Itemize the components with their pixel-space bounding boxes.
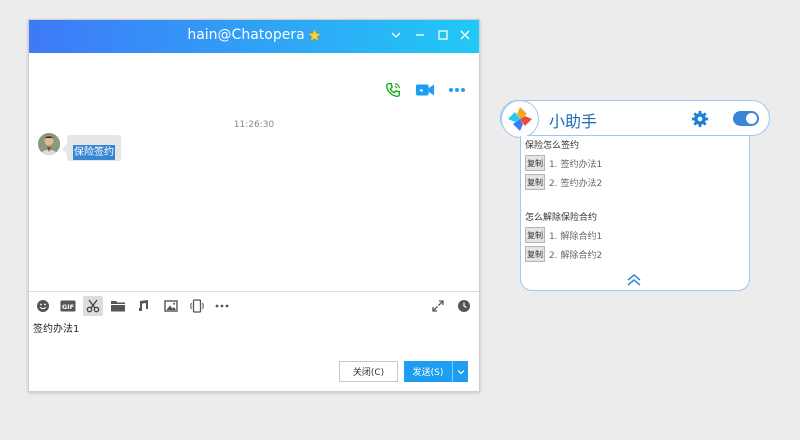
phone-icon <box>385 82 401 98</box>
assistant-title: 小助手 <box>549 112 598 131</box>
user-photo <box>38 133 60 155</box>
answer-text[interactable]: 2. 签约办法2 <box>549 176 602 189</box>
gif-button[interactable]: GIF <box>58 296 78 316</box>
close-button[interactable]: 关闭(C) <box>339 361 398 382</box>
answer-row: 复制 2. 签约办法2 <box>525 174 745 190</box>
copy-button[interactable]: 复制 <box>525 246 545 262</box>
emoji-button[interactable] <box>33 296 53 316</box>
folder-icon <box>111 301 125 312</box>
maximize-icon <box>438 30 448 40</box>
copy-button[interactable]: 复制 <box>525 227 545 243</box>
answer-row: 复制 1. 解除合约1 <box>525 227 745 243</box>
title-bar: hain@Chatopera <box>29 20 479 53</box>
expand-icon <box>432 300 444 312</box>
shake-icon <box>190 299 204 313</box>
gif-icon: GIF <box>60 300 76 312</box>
video-icon <box>415 84 435 96</box>
close-window-button[interactable] <box>456 26 474 44</box>
assistant-logo <box>501 100 539 138</box>
gear-icon[interactable] <box>691 110 709 128</box>
copy-button[interactable]: 复制 <box>525 174 545 190</box>
message-bubble[interactable]: 保险签约 <box>62 135 121 161</box>
chevron-down-icon <box>391 32 401 38</box>
chat-window: hain@Chatopera 11:26:30 保险签约 GIF 签约办法1 关… <box>28 19 480 392</box>
assistant-body: 保险怎么签约 复制 1. 签约办法1 复制 2. 签约办法2 怎么解除保险合约 … <box>520 136 750 291</box>
star-icon <box>307 28 321 41</box>
music-button[interactable] <box>133 296 153 316</box>
message-input[interactable]: 签约办法1 <box>33 320 79 335</box>
more-tools-button[interactable] <box>212 296 232 316</box>
file-button[interactable] <box>108 296 128 316</box>
emoji-icon <box>37 300 49 312</box>
contact-name: hain@Chatopera <box>187 27 305 43</box>
dropdown-button[interactable] <box>387 26 405 44</box>
message-area: 11:26:30 保险签约 <box>29 53 479 291</box>
assistant-panel: 小助手 保险怎么签约 复制 1. 签约办法1 复制 2. 签约办法2 怎么解除保… <box>500 100 770 291</box>
more-icon <box>215 304 229 308</box>
answer-text[interactable]: 1. 解除合约1 <box>549 229 602 242</box>
answer-row: 复制 2. 解除合约2 <box>525 246 745 262</box>
video-call-button[interactable] <box>415 80 435 100</box>
close-icon <box>460 30 470 40</box>
scissors-icon <box>86 299 100 313</box>
suggested-question: 保险怎么签约 <box>525 141 580 151</box>
music-icon <box>139 300 148 311</box>
answer-text[interactable]: 2. 解除合约2 <box>549 248 602 261</box>
chevron-down-icon <box>457 369 464 374</box>
copy-button[interactable]: 复制 <box>525 155 545 171</box>
message-text[interactable]: 保险签约 <box>73 145 115 160</box>
send-options-button[interactable] <box>452 361 468 382</box>
image-icon <box>164 300 178 312</box>
message-timestamp: 11:26:30 <box>233 120 275 130</box>
history-icon <box>458 300 470 312</box>
input-toolbar: GIF <box>33 296 471 316</box>
maximize-button[interactable] <box>434 26 452 44</box>
minimize-button[interactable] <box>411 26 429 44</box>
answer-text[interactable]: 1. 签约办法1 <box>549 157 602 170</box>
history-button[interactable] <box>454 296 474 316</box>
assistant-toggle[interactable] <box>733 111 759 126</box>
input-divider <box>29 291 479 292</box>
shake-button[interactable] <box>187 296 207 316</box>
send-button[interactable]: 发送(S) <box>404 361 468 382</box>
send-button-label[interactable]: 发送(S) <box>404 361 452 382</box>
pinwheel-logo-icon <box>508 107 532 131</box>
collapse-icon[interactable] <box>626 273 642 287</box>
more-icon <box>449 88 465 92</box>
avatar[interactable] <box>38 133 60 155</box>
answer-row: 复制 1. 签约办法1 <box>525 155 745 171</box>
minimize-icon <box>416 34 424 36</box>
suggested-question: 怎么解除保险合约 <box>525 213 598 223</box>
assistant-header: 小助手 <box>500 100 770 138</box>
more-options-button[interactable] <box>447 80 467 100</box>
screenshot-button[interactable] <box>83 296 103 316</box>
expand-button[interactable] <box>428 296 448 316</box>
voice-call-button[interactable] <box>383 80 403 100</box>
svg-text:GIF: GIF <box>62 303 74 311</box>
image-button[interactable] <box>161 296 181 316</box>
